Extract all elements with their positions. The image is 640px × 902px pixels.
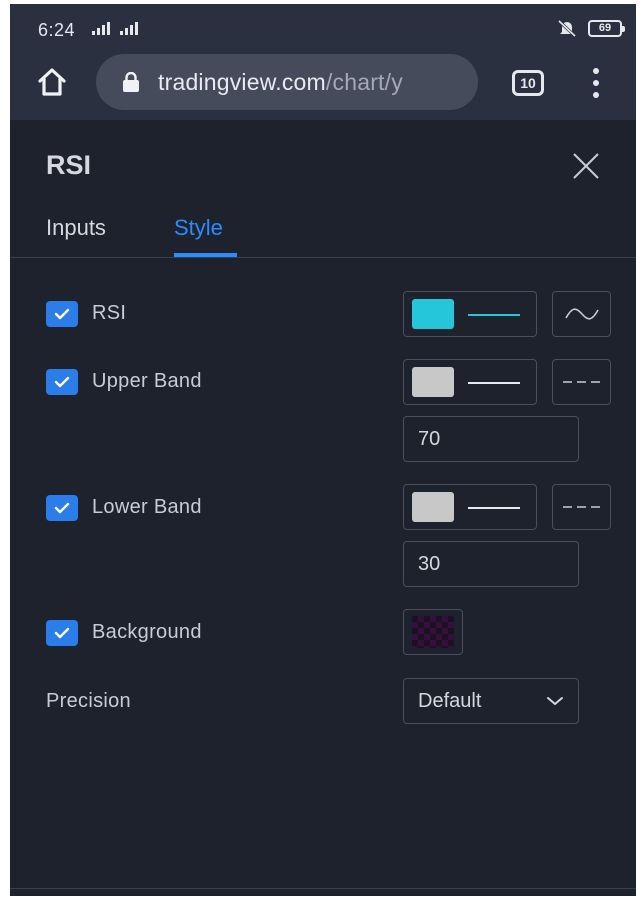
upper-band-line-type-button[interactable]	[552, 359, 611, 405]
menu-dot-icon	[593, 80, 599, 86]
lower-band-color-swatch	[412, 492, 454, 522]
rsi-line-sample	[468, 314, 520, 316]
upper-band-line-sample	[468, 382, 520, 384]
background-color-swatch	[412, 616, 454, 648]
precision-select[interactable]: Default	[403, 678, 579, 724]
lower-band-line-style-picker[interactable]	[403, 484, 537, 530]
phone-screen: 6:24 69 tradingview.com/chart/y 10 RSI I…	[10, 4, 636, 896]
rsi-color-swatch	[412, 299, 454, 329]
precision-value: Default	[418, 689, 482, 712]
line-plot-icon	[564, 308, 599, 320]
upper-band-value-input[interactable]: 70	[403, 416, 579, 462]
background-label: Background	[92, 621, 202, 643]
url-path: /chart/y	[325, 68, 403, 95]
home-button[interactable]	[34, 64, 70, 100]
rsi-checkbox[interactable]	[46, 301, 78, 327]
dialog-title: RSI	[46, 150, 92, 180]
tab-switcher-button[interactable]: 10	[512, 70, 544, 96]
signal-indicators	[92, 21, 138, 35]
chevron-down-icon	[547, 697, 563, 705]
url-domain: tradingview.com	[158, 68, 326, 95]
battery-icon: 69	[588, 19, 625, 37]
lower-band-value-input[interactable]: 30	[403, 541, 579, 587]
rsi-line-style-picker[interactable]	[403, 291, 537, 337]
mute-icon	[556, 19, 578, 38]
bottom-divider	[10, 888, 636, 889]
signal-strength-icon-2	[120, 21, 138, 35]
precision-label: Precision	[46, 690, 131, 712]
lower-band-line-sample	[468, 507, 520, 509]
checkmark-icon	[54, 376, 70, 388]
dashed-line-icon	[562, 506, 601, 508]
rsi-plot-type-button[interactable]	[552, 291, 611, 337]
background-checkbox[interactable]	[46, 620, 78, 646]
browser-chrome: 6:24 69 tradingview.com/chart/y 10	[10, 4, 636, 120]
close-icon[interactable]	[570, 150, 602, 182]
home-icon	[38, 68, 66, 96]
checkmark-icon	[54, 627, 70, 639]
lower-band-label: Lower Band	[92, 496, 202, 518]
tab-inputs[interactable]: Inputs	[46, 215, 106, 241]
lock-icon	[123, 72, 139, 92]
checkmark-icon	[54, 308, 70, 320]
checkmark-icon	[54, 502, 70, 514]
lower-band-checkbox[interactable]	[46, 495, 78, 521]
menu-dot-icon	[593, 68, 599, 74]
dashed-line-icon	[562, 381, 601, 383]
upper-band-color-swatch	[412, 367, 454, 397]
upper-band-label: Upper Band	[92, 370, 202, 392]
url-text: tradingview.com/chart/y	[158, 69, 403, 96]
lower-band-line-type-button[interactable]	[552, 484, 611, 530]
menu-dot-icon	[593, 92, 599, 98]
status-right: 69	[556, 19, 625, 38]
browser-menu-button[interactable]	[586, 68, 606, 98]
rsi-label: RSI	[92, 302, 127, 324]
tab-style[interactable]: Style	[174, 215, 223, 241]
tabs-divider	[10, 257, 636, 258]
signal-strength-icon	[92, 21, 110, 35]
upper-band-checkbox[interactable]	[46, 369, 78, 395]
status-time: 6:24	[38, 20, 76, 40]
background-color-picker[interactable]	[403, 609, 463, 655]
url-bar[interactable]: tradingview.com/chart/y	[96, 54, 478, 110]
upper-band-line-style-picker[interactable]	[403, 359, 537, 405]
